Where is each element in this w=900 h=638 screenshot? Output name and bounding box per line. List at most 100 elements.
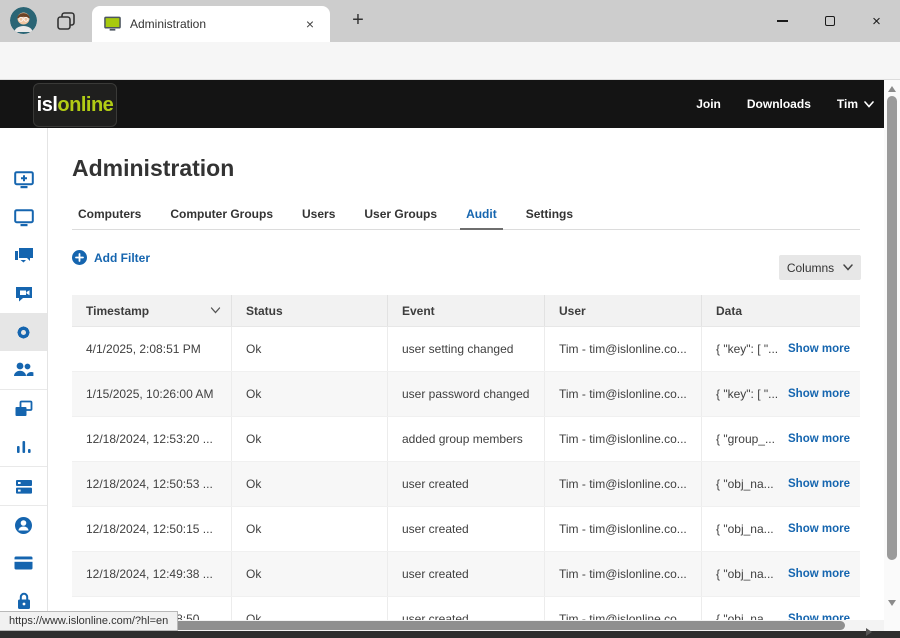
cell-timestamp: 12/18/2024, 12:53:20 ... <box>72 417 232 461</box>
cell-event: user setting changed <box>388 327 545 371</box>
cell-status: Ok <box>232 327 388 371</box>
audit-table: Timestamp Status Event User Data 4/1/202… <box>72 295 860 631</box>
table-row: 12/18/2024, 12:50:53 ... Ok user created… <box>72 462 860 507</box>
sidebar-item-chat[interactable] <box>0 237 47 275</box>
browser-window: { "colors": { "accent_blue": "#1565af", … <box>0 0 900 638</box>
cell-status: Ok <box>232 507 388 551</box>
table-row: 1/15/2025, 10:26:00 AM Ok user password … <box>72 372 860 417</box>
cell-event: user created <box>388 507 545 551</box>
sidebar-item-billing[interactable] <box>0 544 47 582</box>
vertical-scrollbar-thumb[interactable] <box>887 96 897 560</box>
browser-tab[interactable]: Administration × <box>92 6 330 42</box>
cell-data: { "group_... Show more <box>702 417 860 461</box>
cell-event: added group members <box>388 417 545 461</box>
cell-timestamp: 12/18/2024, 12:50:53 ... <box>72 462 232 506</box>
profile-avatar[interactable] <box>10 7 37 34</box>
window-bottom-edge <box>0 631 900 638</box>
sidebar-item-video-chat[interactable] <box>0 275 47 313</box>
lock-icon <box>16 592 32 610</box>
join-link[interactable]: Join <box>696 97 721 111</box>
scroll-up-arrow-icon[interactable] <box>888 86 896 92</box>
user-menu[interactable]: Tim <box>837 97 874 111</box>
vertical-scrollbar[interactable] <box>884 80 900 631</box>
cell-timestamp: 1/15/2025, 10:26:00 AM <box>72 372 232 416</box>
cell-data: { "key": [ "... Show more <box>702 372 860 416</box>
table-row: 12/18/2024, 12:53:20 ... Ok added group … <box>72 417 860 462</box>
tab-settings[interactable]: Settings <box>520 203 579 230</box>
tab-title: Administration <box>130 17 302 31</box>
sidebar-item-users[interactable] <box>0 351 47 389</box>
show-more-link[interactable]: Show more <box>788 433 850 445</box>
tab-computers[interactable]: Computers <box>72 203 147 230</box>
monitor-plus-icon <box>14 171 34 189</box>
islonline-logo[interactable]: islonline <box>33 83 117 127</box>
sidebar-item-computers[interactable] <box>0 199 47 237</box>
maximize-icon <box>825 16 835 26</box>
column-header-status[interactable]: Status <box>232 295 388 326</box>
tab-user-groups[interactable]: User Groups <box>358 203 443 230</box>
tab-close-icon[interactable]: × <box>302 16 318 32</box>
downloads-link[interactable]: Downloads <box>747 97 811 111</box>
column-header-data[interactable]: Data <box>702 295 860 326</box>
bar-chart-icon <box>16 440 32 454</box>
horizontal-scrollbar-thumb[interactable] <box>110 621 845 630</box>
new-tab-button[interactable]: + <box>344 7 372 35</box>
minimize-button[interactable] <box>759 0 806 42</box>
status-bar-link: https://www.islonline.com/?hl=en <box>0 611 178 631</box>
avatar-image <box>10 7 37 34</box>
scroll-right-arrow-icon[interactable] <box>866 628 872 636</box>
cell-status: Ok <box>232 417 388 461</box>
cell-timestamp: 12/18/2024, 12:50:15 ... <box>72 507 232 551</box>
show-more-link[interactable]: Show more <box>788 523 850 535</box>
show-more-link[interactable]: Show more <box>788 568 850 580</box>
workspaces-icon[interactable] <box>55 10 77 32</box>
tab-computer-groups[interactable]: Computer Groups <box>164 203 279 230</box>
main-content: Administration Computers Computer Groups… <box>48 128 884 631</box>
show-more-link[interactable]: Show more <box>788 343 850 355</box>
cell-status: Ok <box>232 552 388 596</box>
sidebar-item-account[interactable] <box>0 506 47 544</box>
show-more-link[interactable]: Show more <box>788 388 850 400</box>
cell-timestamp: 4/1/2025, 2:08:51 PM <box>72 327 232 371</box>
cell-data: { "obj_na... Show more <box>702 462 860 506</box>
plus-circle-icon <box>72 250 87 265</box>
sidebar-item-administration[interactable] <box>0 313 47 351</box>
cell-status: Ok <box>232 462 388 506</box>
cell-user: Tim - tim@islonline.co... <box>545 417 702 461</box>
tab-audit[interactable]: Audit <box>460 203 503 230</box>
table-header: Timestamp Status Event User Data <box>72 295 860 327</box>
add-filter-button[interactable]: Add Filter <box>72 250 150 265</box>
close-button[interactable]: × <box>853 0 900 42</box>
sidebar-item-join-session[interactable] <box>0 161 47 199</box>
sort-chevron-icon <box>210 307 221 314</box>
monitor-icon <box>14 209 34 227</box>
maximize-button[interactable] <box>806 0 853 42</box>
table-row: 12/18/2024, 12:49:38 ... Ok user created… <box>72 552 860 597</box>
cell-event: user created <box>388 462 545 506</box>
video-chat-icon <box>14 285 34 303</box>
stacked-windows-icon <box>14 400 33 418</box>
column-header-event[interactable]: Event <box>388 295 545 326</box>
account-icon <box>14 516 33 535</box>
cell-data: { "obj_na... Show more <box>702 507 860 551</box>
sidebar-item-reports[interactable] <box>0 428 47 466</box>
column-header-user[interactable]: User <box>545 295 702 326</box>
close-icon: × <box>872 14 881 29</box>
sidebar-item-licenses[interactable] <box>0 467 47 505</box>
gear-icon <box>13 322 34 343</box>
server-list-icon <box>15 479 33 494</box>
sidebar-item-sessions[interactable] <box>0 390 47 428</box>
cell-timestamp: 12/18/2024, 12:49:38 ... <box>72 552 232 596</box>
cell-event: user created <box>388 552 545 596</box>
page-title: Administration <box>72 155 234 182</box>
minimize-icon <box>777 20 788 22</box>
tab-users[interactable]: Users <box>296 203 341 230</box>
cell-data: { "key": [ "... Show more <box>702 327 860 371</box>
show-more-link[interactable]: Show more <box>788 478 850 490</box>
column-header-timestamp[interactable]: Timestamp <box>72 295 232 326</box>
cell-user: Tim - tim@islonline.co... <box>545 372 702 416</box>
scroll-down-arrow-icon[interactable] <box>888 600 896 606</box>
app-header: islonline Join Downloads Tim <box>0 80 884 128</box>
columns-button[interactable]: Columns <box>779 255 861 280</box>
cell-user: Tim - tim@islonline.co... <box>545 507 702 551</box>
